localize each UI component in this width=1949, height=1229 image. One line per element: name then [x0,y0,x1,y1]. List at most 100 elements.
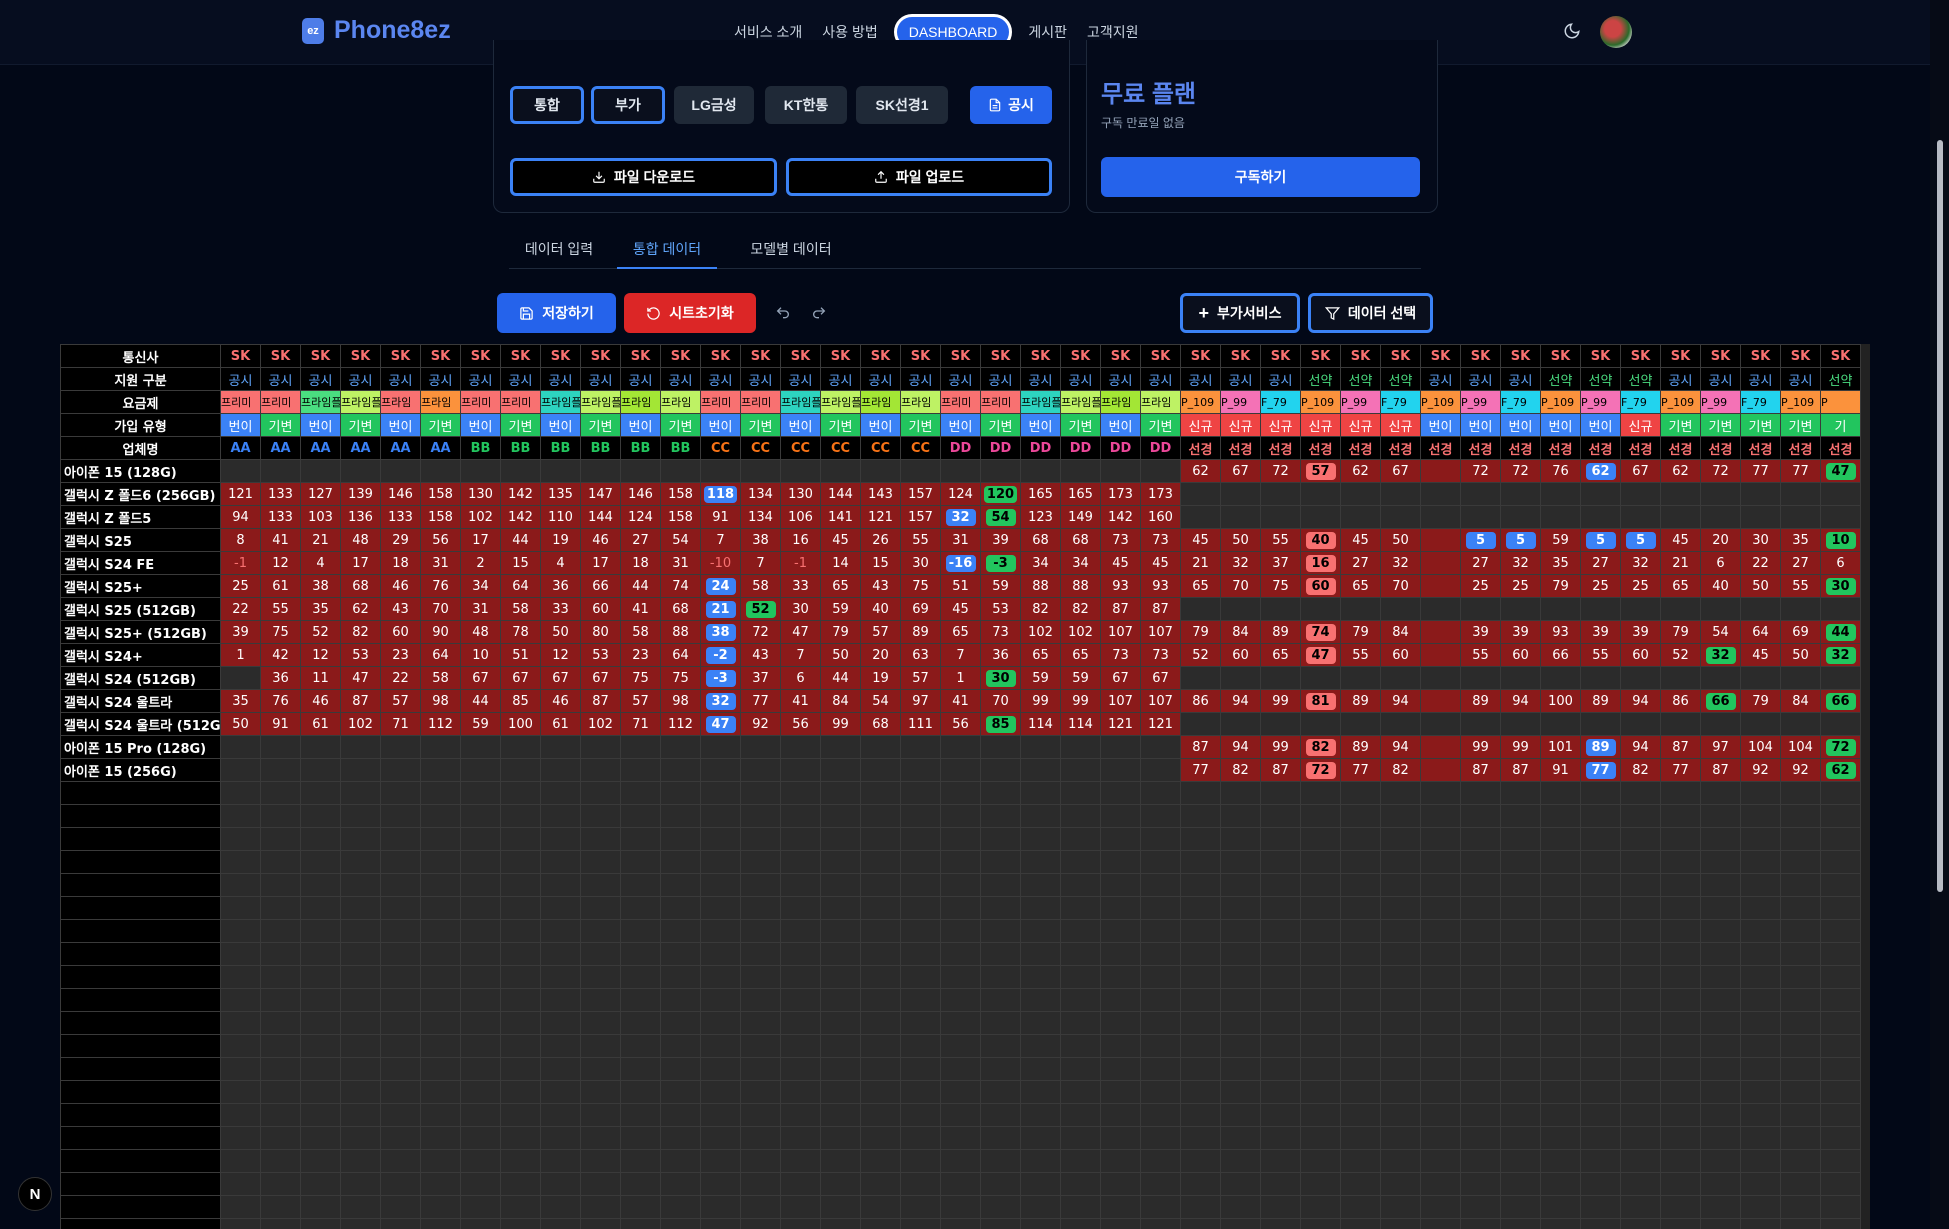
empty-cell[interactable] [1220,1172,1261,1196]
empty-cell[interactable] [1780,873,1821,897]
empty-cell[interactable] [1660,1126,1701,1150]
empty-cell[interactable] [1660,1057,1701,1081]
price-cell[interactable]: 58 [740,574,781,598]
price-cell[interactable] [940,758,981,782]
price-cell[interactable] [1660,666,1701,690]
price-cell[interactable]: 93 [1540,620,1581,644]
empty-cell[interactable] [1180,965,1221,989]
empty-cell[interactable] [1660,1011,1701,1035]
price-cell[interactable]: 48 [460,620,501,644]
empty-cell[interactable] [1060,965,1101,989]
price-cell[interactable]: 120 [980,482,1021,506]
price-cell[interactable]: 94 [1620,689,1661,713]
empty-cell[interactable] [940,1080,981,1104]
empty-cell[interactable] [1060,1057,1101,1081]
empty-cell[interactable] [1540,1218,1581,1229]
price-cell[interactable] [1580,712,1621,736]
price-cell[interactable]: 36 [260,666,301,690]
price-cell[interactable]: 31 [660,551,701,575]
price-cell[interactable] [660,735,701,759]
plan-cell[interactable]: 프리미 [260,390,301,414]
price-cell[interactable] [1180,505,1221,529]
empty-cell[interactable] [1060,804,1101,828]
price-cell[interactable]: 40 [860,597,901,621]
empty-cell[interactable] [460,1126,501,1150]
empty-cell[interactable] [900,919,941,943]
price-cell[interactable]: 55 [260,597,301,621]
empty-cell[interactable] [420,1195,461,1219]
price-cell[interactable]: 76 [260,689,301,713]
carrier-cell[interactable]: SK [1060,344,1101,368]
price-cell[interactable]: 91 [260,712,301,736]
price-cell[interactable] [1780,597,1821,621]
price-cell[interactable]: 45 [1660,528,1701,552]
price-cell[interactable]: 30 [980,666,1021,690]
empty-cell[interactable] [1420,1126,1461,1150]
empty-cell[interactable] [900,1195,941,1219]
empty-cell[interactable] [1820,896,1861,920]
empty-cell[interactable] [1580,1103,1621,1127]
plan-cell[interactable]: P_109 [1780,390,1821,414]
join-type-cell[interactable]: 기변 [660,413,701,437]
price-cell[interactable]: 35 [220,689,261,713]
empty-cell[interactable] [460,965,501,989]
empty-cell[interactable] [1620,1103,1661,1127]
price-cell[interactable] [1420,482,1461,506]
empty-cell[interactable] [1540,942,1581,966]
empty-cell[interactable] [820,827,861,851]
price-cell[interactable]: 102 [340,712,381,736]
price-cell[interactable] [1460,712,1501,736]
empty-cell[interactable] [1820,919,1861,943]
empty-cell[interactable] [340,965,381,989]
price-cell[interactable]: 33 [540,597,581,621]
price-cell[interactable]: 54 [660,528,701,552]
empty-cell[interactable] [1620,896,1661,920]
empty-cell[interactable] [540,873,581,897]
empty-cell[interactable] [1020,919,1061,943]
empty-cell[interactable] [1700,919,1741,943]
price-cell[interactable]: 41 [940,689,981,713]
empty-cell[interactable] [540,896,581,920]
empty-cell[interactable] [260,1080,301,1104]
price-cell[interactable] [1380,597,1421,621]
carrier-cell[interactable]: SK [1620,344,1661,368]
empty-cell[interactable] [1300,1103,1341,1127]
price-cell[interactable]: 39 [1620,620,1661,644]
price-cell[interactable]: 12 [300,643,341,667]
price-cell[interactable]: 17 [460,528,501,552]
empty-cell[interactable] [1700,1034,1741,1058]
price-cell[interactable]: 38 [300,574,341,598]
price-cell[interactable]: 35 [300,597,341,621]
price-cell[interactable]: 24 [700,574,741,598]
empty-cell[interactable] [380,1195,421,1219]
price-cell[interactable]: 27 [620,528,661,552]
biz-name-cell[interactable]: 선경 [1780,436,1821,460]
carrier-cell[interactable]: SK [900,344,941,368]
empty-cell[interactable] [1660,965,1701,989]
price-cell[interactable]: 65 [1660,574,1701,598]
empty-cell[interactable] [380,827,421,851]
carrier-cell[interactable]: SK [1180,344,1221,368]
empty-cell[interactable] [540,1103,581,1127]
biz-name-cell[interactable]: BB [540,436,581,460]
empty-cell[interactable] [940,1126,981,1150]
support-type-cell[interactable]: 공시 [1740,367,1781,391]
price-cell[interactable]: 66 [580,574,621,598]
empty-cell[interactable] [820,1034,861,1058]
price-cell[interactable] [540,758,581,782]
price-cell[interactable]: 61 [300,712,341,736]
empty-cell[interactable] [1660,919,1701,943]
price-cell[interactable]: 7 [780,643,821,667]
price-cell[interactable]: 85 [500,689,541,713]
price-cell[interactable]: 4 [540,551,581,575]
empty-cell[interactable] [860,919,901,943]
price-cell[interactable] [1580,666,1621,690]
plan-cell[interactable]: 프리미 [740,390,781,414]
empty-cell[interactable] [420,942,461,966]
empty-cell[interactable] [900,1149,941,1173]
price-cell[interactable]: 112 [660,712,701,736]
price-cell[interactable]: 56 [420,528,461,552]
price-cell[interactable] [500,459,541,483]
price-cell[interactable]: 114 [1060,712,1101,736]
price-cell[interactable]: 99 [1260,689,1301,713]
